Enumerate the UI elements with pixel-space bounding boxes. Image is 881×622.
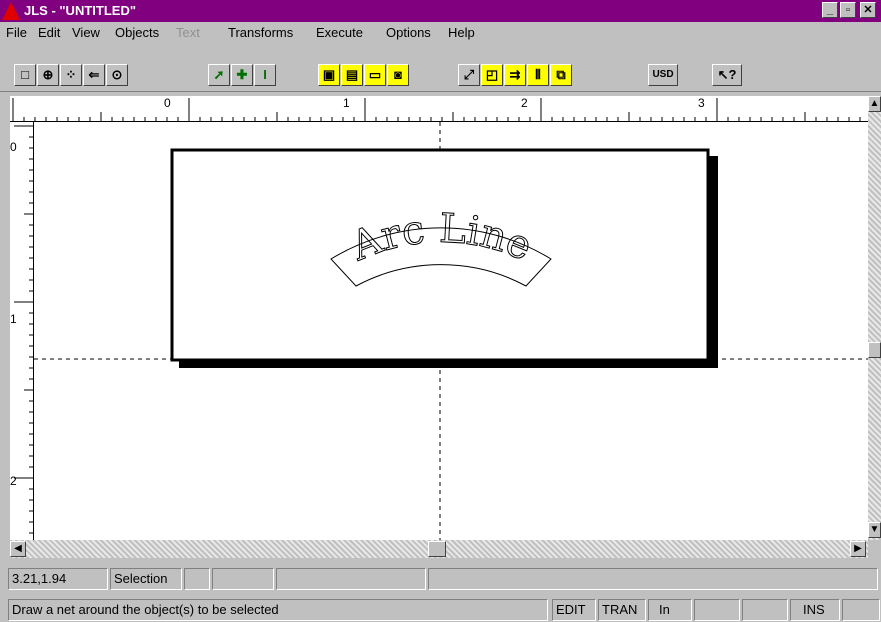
- window-title: JLS - "UNTITLED": [24, 3, 136, 18]
- menu-bar: File Edit View Objects Text Transforms E…: [0, 22, 881, 42]
- menu-text[interactable]: Text: [176, 25, 200, 40]
- object-b-icon[interactable]: ▤: [341, 64, 363, 86]
- horizontal-ruler-ticks: [12, 98, 861, 121]
- new-icon[interactable]: □: [14, 64, 36, 86]
- text-cursor-icon[interactable]: I: [254, 64, 276, 86]
- zoom-icon[interactable]: ⊕: [37, 64, 59, 86]
- indicator-tran: TRAN: [598, 599, 646, 621]
- horizontal-scrollbar[interactable]: ◀ ▶: [10, 540, 868, 558]
- canvas-drawing: Arc Line: [34, 122, 868, 540]
- indicator-empty-3: [842, 599, 880, 621]
- menu-view[interactable]: View: [72, 25, 100, 40]
- text-frame[interactable]: [170, 148, 710, 362]
- back-icon[interactable]: ⇐: [83, 64, 105, 86]
- status-panel-empty-2: [212, 568, 274, 590]
- align-icon[interactable]: ⇉: [504, 64, 526, 86]
- horizontal-scroll-thumb[interactable]: [428, 541, 446, 557]
- transform-icon[interactable]: ⧉: [550, 64, 572, 86]
- vruler-label-0: 0: [10, 140, 17, 154]
- mode-readout: Selection: [110, 568, 182, 590]
- indicator-in: In: [648, 599, 692, 621]
- indicator-empty-2: [742, 599, 788, 621]
- indicator-ins: INS: [790, 599, 840, 621]
- left-frame: [0, 96, 10, 562]
- drawing-canvas[interactable]: Arc Line: [34, 122, 868, 540]
- status-panel-empty-1: [184, 568, 210, 590]
- vertical-scrollbar[interactable]: ▲ ▼: [868, 96, 881, 540]
- frame-icon[interactable]: ◰: [481, 64, 503, 86]
- vruler-label-2: 2: [10, 474, 17, 488]
- menu-objects[interactable]: Objects: [115, 25, 159, 40]
- status-panel-empty-3: [276, 568, 426, 590]
- scroll-right-icon[interactable]: ▶: [850, 541, 866, 557]
- menu-help[interactable]: Help: [448, 25, 475, 40]
- app-logo-icon[interactable]: [2, 2, 20, 20]
- ruler-label-3: 3: [698, 96, 705, 110]
- ruler-label-1: 1: [343, 96, 350, 110]
- menu-transforms[interactable]: Transforms: [228, 25, 293, 40]
- vertical-ruler: 0 1 2: [10, 122, 34, 540]
- object-c-icon[interactable]: ▭: [364, 64, 386, 86]
- grid-icon[interactable]: ⁘: [60, 64, 82, 86]
- indicator-empty-1: [694, 599, 740, 621]
- maximize-button[interactable]: ▫: [840, 2, 856, 18]
- pointer-icon[interactable]: ➚: [208, 64, 230, 86]
- view-icon[interactable]: ⊙: [106, 64, 128, 86]
- coordinates-readout: 3.21,1.94: [8, 568, 108, 590]
- scroll-down-icon[interactable]: ▼: [868, 522, 881, 538]
- ruler-label-2: 2: [521, 96, 528, 110]
- spacing-icon[interactable]: ⫴: [527, 64, 549, 86]
- toolbar: [0, 42, 881, 92]
- horizontal-ruler: 0 1 2 3: [10, 96, 868, 122]
- minimize-button[interactable]: _: [822, 2, 838, 18]
- menu-file[interactable]: File: [6, 25, 27, 40]
- object-a-icon[interactable]: ▣: [318, 64, 340, 86]
- hint-text: Draw a net around the object(s) to be se…: [8, 599, 548, 621]
- help-pointer-icon[interactable]: ↖?: [712, 64, 742, 86]
- scroll-up-icon[interactable]: ▲: [868, 96, 881, 112]
- menu-options[interactable]: Options: [386, 25, 431, 40]
- add-icon[interactable]: ✚: [231, 64, 253, 86]
- ruler-label-0: 0: [164, 96, 171, 110]
- vertical-scroll-thumb[interactable]: [868, 342, 881, 358]
- scroll-left-icon[interactable]: ◀: [10, 541, 26, 557]
- menu-edit[interactable]: Edit: [38, 25, 60, 40]
- usd-button[interactable]: USD: [648, 64, 678, 86]
- status-panel-empty-4: [428, 568, 878, 590]
- vruler-label-1: 1: [10, 312, 17, 326]
- resize-icon[interactable]: ⤢: [458, 64, 480, 86]
- menu-execute[interactable]: Execute: [316, 25, 363, 40]
- status-bar-bottom: Draw a net around the object(s) to be se…: [0, 596, 881, 622]
- indicator-edit: EDIT: [552, 599, 596, 621]
- status-bar-top: 3.21,1.94 Selection: [0, 562, 881, 592]
- object-d-icon[interactable]: ◙: [387, 64, 409, 86]
- title-bar: JLS - "UNTITLED" _ ▫ ✕: [0, 0, 881, 22]
- close-button[interactable]: ✕: [860, 2, 876, 18]
